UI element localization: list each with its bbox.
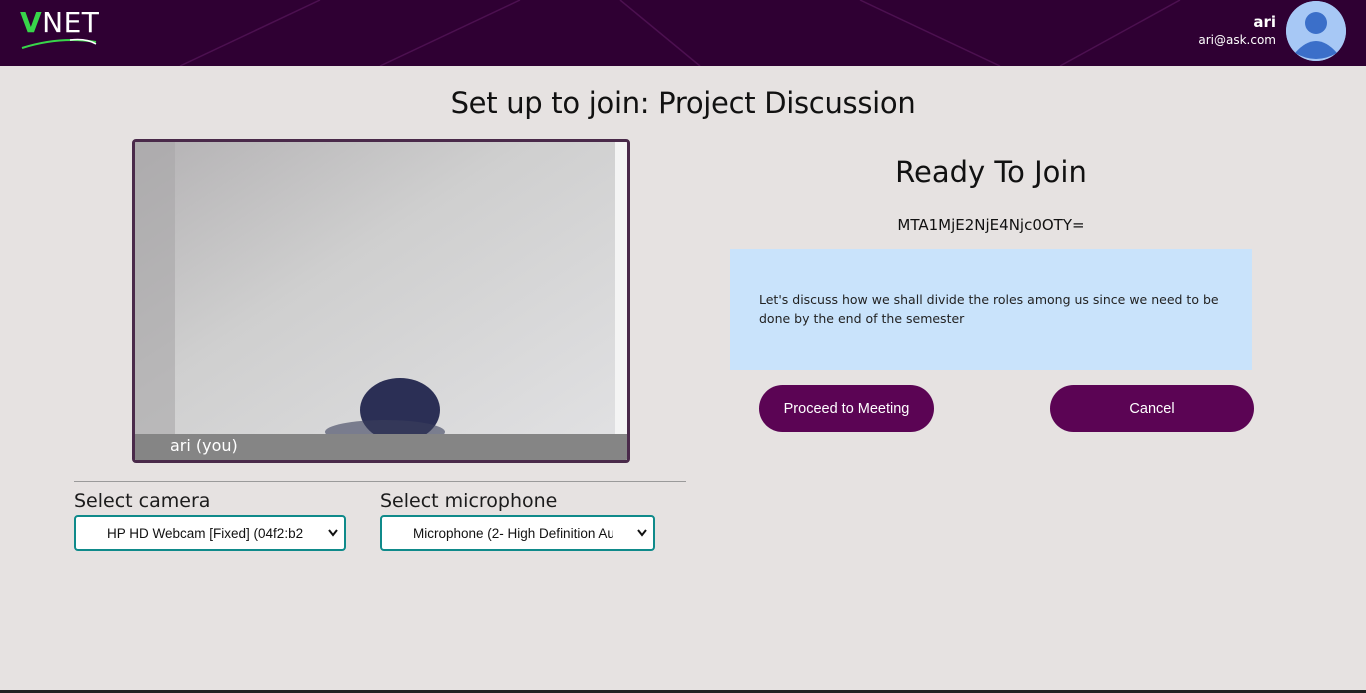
user-info: ari ari@ask.com xyxy=(1198,12,1276,48)
user-name: ari xyxy=(1253,13,1276,31)
camera-preview: ari (you) xyxy=(132,139,630,463)
camera-select-value: HP HD Webcam [Fixed] (04f2:b2 xyxy=(107,526,304,541)
top-navbar: VNET ari ari@ask.com xyxy=(0,0,1366,66)
chevron-down-icon xyxy=(637,529,647,537)
ready-status: Ready To Join xyxy=(895,155,1087,189)
microphone-select[interactable]: Microphone (2- High Definition Au xyxy=(380,515,655,551)
camera-select-group: Select camera HP HD Webcam [Fixed] (04f2… xyxy=(74,490,346,551)
chevron-down-icon xyxy=(328,529,338,537)
page-title: Set up to join: Project Discussion xyxy=(450,86,916,120)
meeting-id: MTA1MjE2NjE4Njc0OTY= xyxy=(897,216,1085,234)
meeting-description: Let's discuss how we shall divide the ro… xyxy=(730,249,1252,370)
proceed-to-meeting-button[interactable]: Proceed to Meeting xyxy=(759,385,934,432)
user-email: ari@ask.com xyxy=(1198,33,1276,47)
microphone-select-label: Select microphone xyxy=(380,490,558,512)
divider xyxy=(74,481,686,482)
user-avatar-icon[interactable] xyxy=(1286,1,1346,61)
microphone-select-group: Select microphone Microphone (2- High De… xyxy=(380,490,655,551)
microphone-select-value: Microphone (2- High Definition Au xyxy=(413,526,613,541)
meeting-description-text: Let's discuss how we shall divide the ro… xyxy=(759,292,1219,326)
logo-swoosh-icon xyxy=(21,38,97,49)
camera-feed xyxy=(135,142,627,460)
preview-caption: ari (you) xyxy=(170,436,238,455)
camera-select[interactable]: HP HD Webcam [Fixed] (04f2:b2 xyxy=(74,515,346,551)
preview-caption-bar: ari (you) xyxy=(135,434,627,460)
camera-select-label: Select camera xyxy=(74,490,211,512)
vnet-logo[interactable]: VNET xyxy=(20,6,110,54)
cancel-button[interactable]: Cancel xyxy=(1050,385,1254,432)
header-decoration xyxy=(179,0,1181,66)
